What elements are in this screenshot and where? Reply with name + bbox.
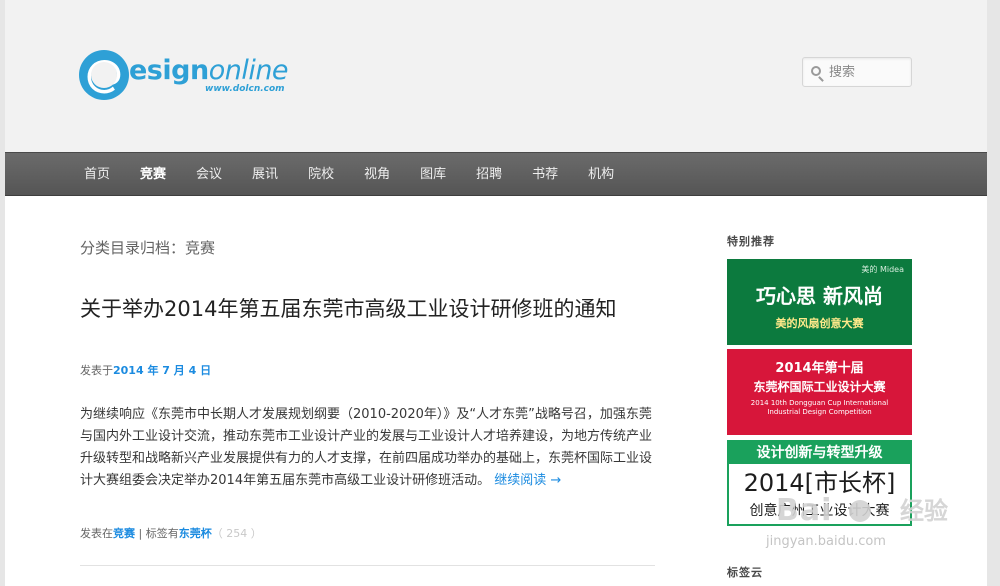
logo-text-b: online (208, 55, 289, 86)
nav-item-organizations[interactable]: 机构 (573, 153, 629, 197)
nav-item-perspective[interactable]: 视角 (349, 153, 405, 197)
banner-2-line-2: 东莞杯国际工业设计大赛 (753, 380, 886, 394)
baidu-jingyan-watermark: Bai 经验 jingyan.baidu.com (760, 492, 987, 562)
banner-midea-fan-contest[interactable]: 美的 Midea 巧心思 新风尚 美的风扇创意大赛 (727, 259, 912, 345)
post-meta: 发表在竞赛 | 标签有东莞杯（ 254 ） (80, 526, 262, 542)
post-date-link[interactable]: 2014 年 7 月 4 日 (113, 364, 211, 377)
nav-item-conference[interactable]: 会议 (181, 153, 237, 197)
category-prefix: 发表在 (80, 527, 113, 540)
watermark-logo: Bai (776, 493, 833, 528)
banner-dongguan-cup[interactable]: 2014年第十届 东莞杯国际工业设计大赛 2014 10th Dongguan … (727, 349, 912, 435)
watermark-url: jingyan.baidu.com (766, 534, 886, 549)
logo-wordmark: esignonline (129, 55, 289, 86)
tag-prefix: 标签有 (145, 527, 179, 540)
logo-text-a: esign (129, 55, 209, 86)
site-header: @ esignonline www.dolcn.com (5, 0, 987, 152)
nav-item-competition[interactable]: 竞赛 (125, 153, 181, 197)
banner-2-line-4: Industrial Design Competition (767, 408, 872, 416)
post-excerpt: 为继续响应《东莞市中长期人才发展规划纲要（2010-2020年）》及“人才东莞”… (80, 404, 655, 492)
midea-brand-label: 美的 Midea (861, 265, 904, 274)
comment-count[interactable]: （ 254 ） (212, 527, 262, 540)
excerpt-text: 为继续响应《东莞市中长期人才发展规划纲要（2010-2020年）》及“人才东莞”… (80, 407, 653, 488)
post-divider (80, 565, 655, 566)
banner-1-subtitle: 美的风扇创意大赛 (775, 317, 864, 330)
nav-item-books[interactable]: 书荐 (517, 153, 573, 197)
widget-title-featured: 特别推荐 (727, 235, 775, 248)
watermark-brand: 经验 (900, 497, 948, 525)
search-icon (811, 66, 821, 76)
baidu-paw-icon (849, 500, 871, 522)
main-nav: 首页 竞赛 会议 展讯 院校 视角 图库 招聘 书荐 机构 (5, 152, 987, 196)
nav-item-home[interactable]: 首页 (69, 153, 125, 197)
site-logo[interactable]: @ esignonline www.dolcn.com (79, 50, 289, 100)
search-box[interactable] (802, 57, 912, 87)
widget-title-tag-cloud: 标签云 (727, 566, 763, 579)
category-link[interactable]: 竞赛 (113, 527, 135, 540)
banner-3-top: 设计创新与转型升级 (729, 442, 910, 464)
logo-url: www.dolcn.com (205, 84, 285, 94)
banner-1-title: 巧心思 新风尚 (756, 284, 883, 308)
search-input[interactable] (829, 64, 909, 81)
post-title[interactable]: 关于举办2014年第五届东莞市高级工业设计研修班的通知 (80, 293, 655, 326)
meta-separator: | (135, 527, 146, 540)
tag-link[interactable]: 东莞杯 (179, 527, 212, 540)
archive-title: 分类目录归档：竞赛 (80, 239, 216, 257)
post-date-prefix: 发表于 (80, 364, 113, 377)
nav-item-jobs[interactable]: 招聘 (461, 153, 517, 197)
nav-item-exhibition[interactable]: 展讯 (237, 153, 293, 197)
post-date: 发表于2014 年 7 月 4 日 (80, 364, 211, 378)
banner-2-line-3: 2014 10th Dongguan Cup International (750, 399, 889, 407)
nav-item-schools[interactable]: 院校 (293, 153, 349, 197)
logo-at-mark: @ (79, 50, 129, 100)
banner-2-line-1: 2014年第十届 (775, 361, 864, 376)
page: @ esignonline www.dolcn.com 首页 竞赛 会议 展讯 … (5, 0, 987, 586)
read-more-link[interactable]: 继续阅读 → (494, 473, 561, 488)
nav-item-gallery[interactable]: 图库 (405, 153, 461, 197)
